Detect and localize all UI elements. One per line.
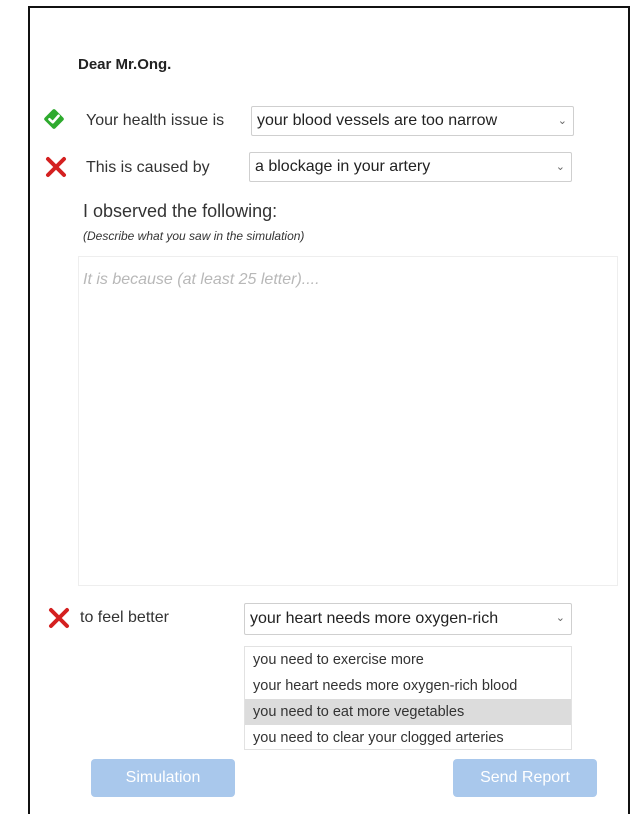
cause-selected-value: a blockage in your artery [255, 158, 431, 175]
simulation-button[interactable]: Simulation [91, 759, 235, 797]
health-issue-select[interactable]: your blood vessels are too narrow ⌄ [251, 106, 574, 136]
chevron-down-icon: ⌄ [555, 161, 565, 173]
observation-placeholder: It is because (at least 25 letter).... [83, 271, 320, 288]
chevron-down-icon: ⌄ [557, 115, 567, 127]
remedy-option[interactable]: you need to exercise more [245, 647, 571, 673]
health-issue-selected-value: your blood vessels are too narrow [257, 112, 498, 129]
letter-greeting: Dear Mr.Ong. [78, 56, 172, 73]
health-issue-label: Your health issue is [86, 112, 225, 129]
remedy-dropdown-list: you need to exercise more your heart nee… [244, 646, 572, 750]
cause-label: This is caused by [86, 159, 210, 176]
chevron-down-icon: ⌄ [555, 612, 565, 624]
remedy-option-highlighted[interactable]: you need to eat more vegetables [245, 699, 571, 725]
remedy-selected-value: your heart needs more oxygen-rich [250, 610, 499, 627]
remedy-select[interactable]: your heart needs more oxygen-rich ⌄ [244, 603, 572, 635]
remedy-label: to feel better [80, 609, 169, 626]
observation-textarea[interactable]: It is because (at least 25 letter).... [78, 256, 618, 586]
incorrect-x-icon [47, 606, 71, 630]
send-report-button[interactable]: Send Report [453, 759, 597, 797]
cause-select[interactable]: a blockage in your artery ⌄ [249, 152, 572, 182]
observation-hint: (Describe what you saw in the simulation… [83, 229, 305, 243]
remedy-option[interactable]: your heart needs more oxygen-rich blood [245, 673, 571, 699]
correct-check-icon [42, 107, 66, 131]
observation-title: I observed the following: [83, 201, 278, 221]
remedy-option[interactable]: you need to clear your clogged arteries [245, 725, 571, 751]
incorrect-x-icon [44, 155, 68, 179]
